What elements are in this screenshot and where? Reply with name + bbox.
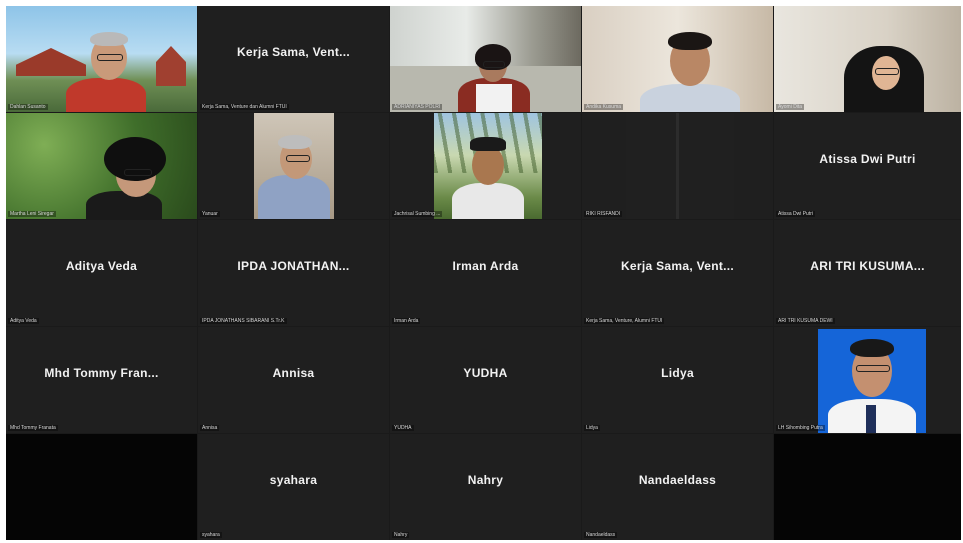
- participant-display-name: Kerja Sama, Vent...: [620, 259, 735, 273]
- participant-name-tag: Andika Kusuma: [584, 104, 624, 110]
- participant-video: [818, 329, 926, 433]
- participant-tile[interactable]: Mhd Tommy Fran... Mhd Tommy Franata: [6, 327, 197, 433]
- participant-display-name: Atissa Dwi Putri: [819, 152, 916, 166]
- participant-display-name: Nandaeldass: [638, 473, 717, 487]
- participant-tile[interactable]: RIKI RISFANDI: [582, 113, 773, 219]
- participant-name-tag: Kerja Sama, Venture, Alumni FTUI: [584, 318, 665, 324]
- participant-tile[interactable]: Kerja Sama, Vent... Kerja Sama, Venture …: [198, 6, 389, 112]
- participant-display-name: Annisa: [272, 366, 315, 380]
- participant-tile[interactable]: Dahlan Susanto: [6, 6, 197, 112]
- participant-tile[interactable]: Annisa Annisa: [198, 327, 389, 433]
- participant-display-name: YUDHA: [463, 366, 508, 380]
- participant-video: [6, 6, 197, 112]
- participant-name-tag: RIKI RISFANDI: [584, 211, 623, 217]
- participant-display-name: Kerja Sama, Vent...: [236, 45, 351, 59]
- participant-name-tag: Martha Leni Siregar: [8, 211, 56, 217]
- participant-tile[interactable]: Nandaeldass Nandaeldass: [582, 434, 773, 540]
- video-gallery-grid: Dahlan Susanto Kerja Sama, Vent... Kerja…: [6, 6, 961, 540]
- participant-tile[interactable]: Yanuar: [198, 113, 389, 219]
- participant-display-name: ARI TRI KUSUMA...: [810, 259, 925, 273]
- participant-name-tag: Atissa Dwi Putri: [776, 211, 816, 217]
- participant-tile[interactable]: Ayomi Dita: [774, 6, 961, 112]
- participant-tile[interactable]: LH Sihombing Putra: [774, 327, 961, 433]
- participant-tile[interactable]: Aditya Veda Aditya Veda: [6, 220, 197, 326]
- participant-name-tag: Mhd Tommy Franata: [8, 425, 58, 431]
- empty-tile: [774, 434, 961, 540]
- participant-video: [774, 6, 961, 112]
- participant-name-tag: Annisa: [200, 425, 220, 431]
- participant-video: [626, 113, 734, 219]
- participant-name-tag: syahara: [200, 532, 222, 538]
- participant-display-name: syahara: [269, 473, 318, 487]
- participant-display-name: Irman Arda: [452, 259, 519, 273]
- participant-tile[interactable]: Kerja Sama, Vent... Kerja Sama, Venture,…: [582, 220, 773, 326]
- participant-name-tag: Nandaeldass: [584, 532, 618, 538]
- participant-video: [390, 6, 581, 112]
- participant-name-tag: ARI TRI KUSUMA DEWI: [776, 318, 835, 324]
- participant-name-tag: Jachrisal Sumbing ...: [392, 211, 443, 217]
- participant-name-tag: Irman Arda: [392, 318, 421, 324]
- participant-tile[interactable]: Jachrisal Sumbing ...: [390, 113, 581, 219]
- participant-name-tag: Aditya Veda: [8, 318, 39, 324]
- participant-tile[interactable]: Martha Leni Siregar: [6, 113, 197, 219]
- participant-name-tag: Nahry: [392, 532, 410, 538]
- participant-display-name: Lidya: [661, 366, 694, 380]
- participant-tile[interactable]: Irman Arda Irman Arda: [390, 220, 581, 326]
- participant-name-tag: ADRIANIYAS POLRI: [392, 104, 443, 110]
- participant-display-name: IPDA JONATHAN...: [237, 259, 350, 273]
- participant-name-tag: Ayomi Dita: [776, 104, 805, 110]
- participant-tile[interactable]: Atissa Dwi Putri Atissa Dwi Putri: [774, 113, 961, 219]
- participant-video: [254, 113, 334, 219]
- participant-tile[interactable]: syahara syahara: [198, 434, 389, 540]
- participant-display-name: Aditya Veda: [65, 259, 138, 273]
- participant-name-tag: Lidya: [584, 425, 600, 431]
- participant-name-tag: Dahlan Susanto: [8, 104, 48, 110]
- participant-video: [582, 6, 773, 112]
- participant-name-tag: YUDHA: [392, 425, 414, 431]
- empty-tile: [6, 434, 197, 540]
- participant-tile[interactable]: Lidya Lidya: [582, 327, 773, 433]
- participant-name-tag: Yanuar: [200, 211, 220, 217]
- participant-name-tag: Kerja Sama, Venture dan Alumni FTUI: [200, 104, 289, 110]
- participant-tile[interactable]: Nahry Nahry: [390, 434, 581, 540]
- participant-tile[interactable]: ADRIANIYAS POLRI: [390, 6, 581, 112]
- participant-name-tag: LH Sihombing Putra: [776, 425, 825, 431]
- participant-tile[interactable]: IPDA JONATHAN... IPDA JONATHANS SIBARANI…: [198, 220, 389, 326]
- participant-name-tag: IPDA JONATHANS SIBARANI S.Tr.K: [200, 318, 287, 324]
- participant-tile[interactable]: Andika Kusuma: [582, 6, 773, 112]
- participant-display-name: Nahry: [467, 473, 504, 487]
- participant-video: [434, 113, 542, 219]
- participant-display-name: Mhd Tommy Fran...: [44, 366, 159, 380]
- participant-tile[interactable]: ARI TRI KUSUMA... ARI TRI KUSUMA DEWI: [774, 220, 961, 326]
- participant-video: [6, 113, 197, 219]
- participant-tile[interactable]: YUDHA YUDHA: [390, 327, 581, 433]
